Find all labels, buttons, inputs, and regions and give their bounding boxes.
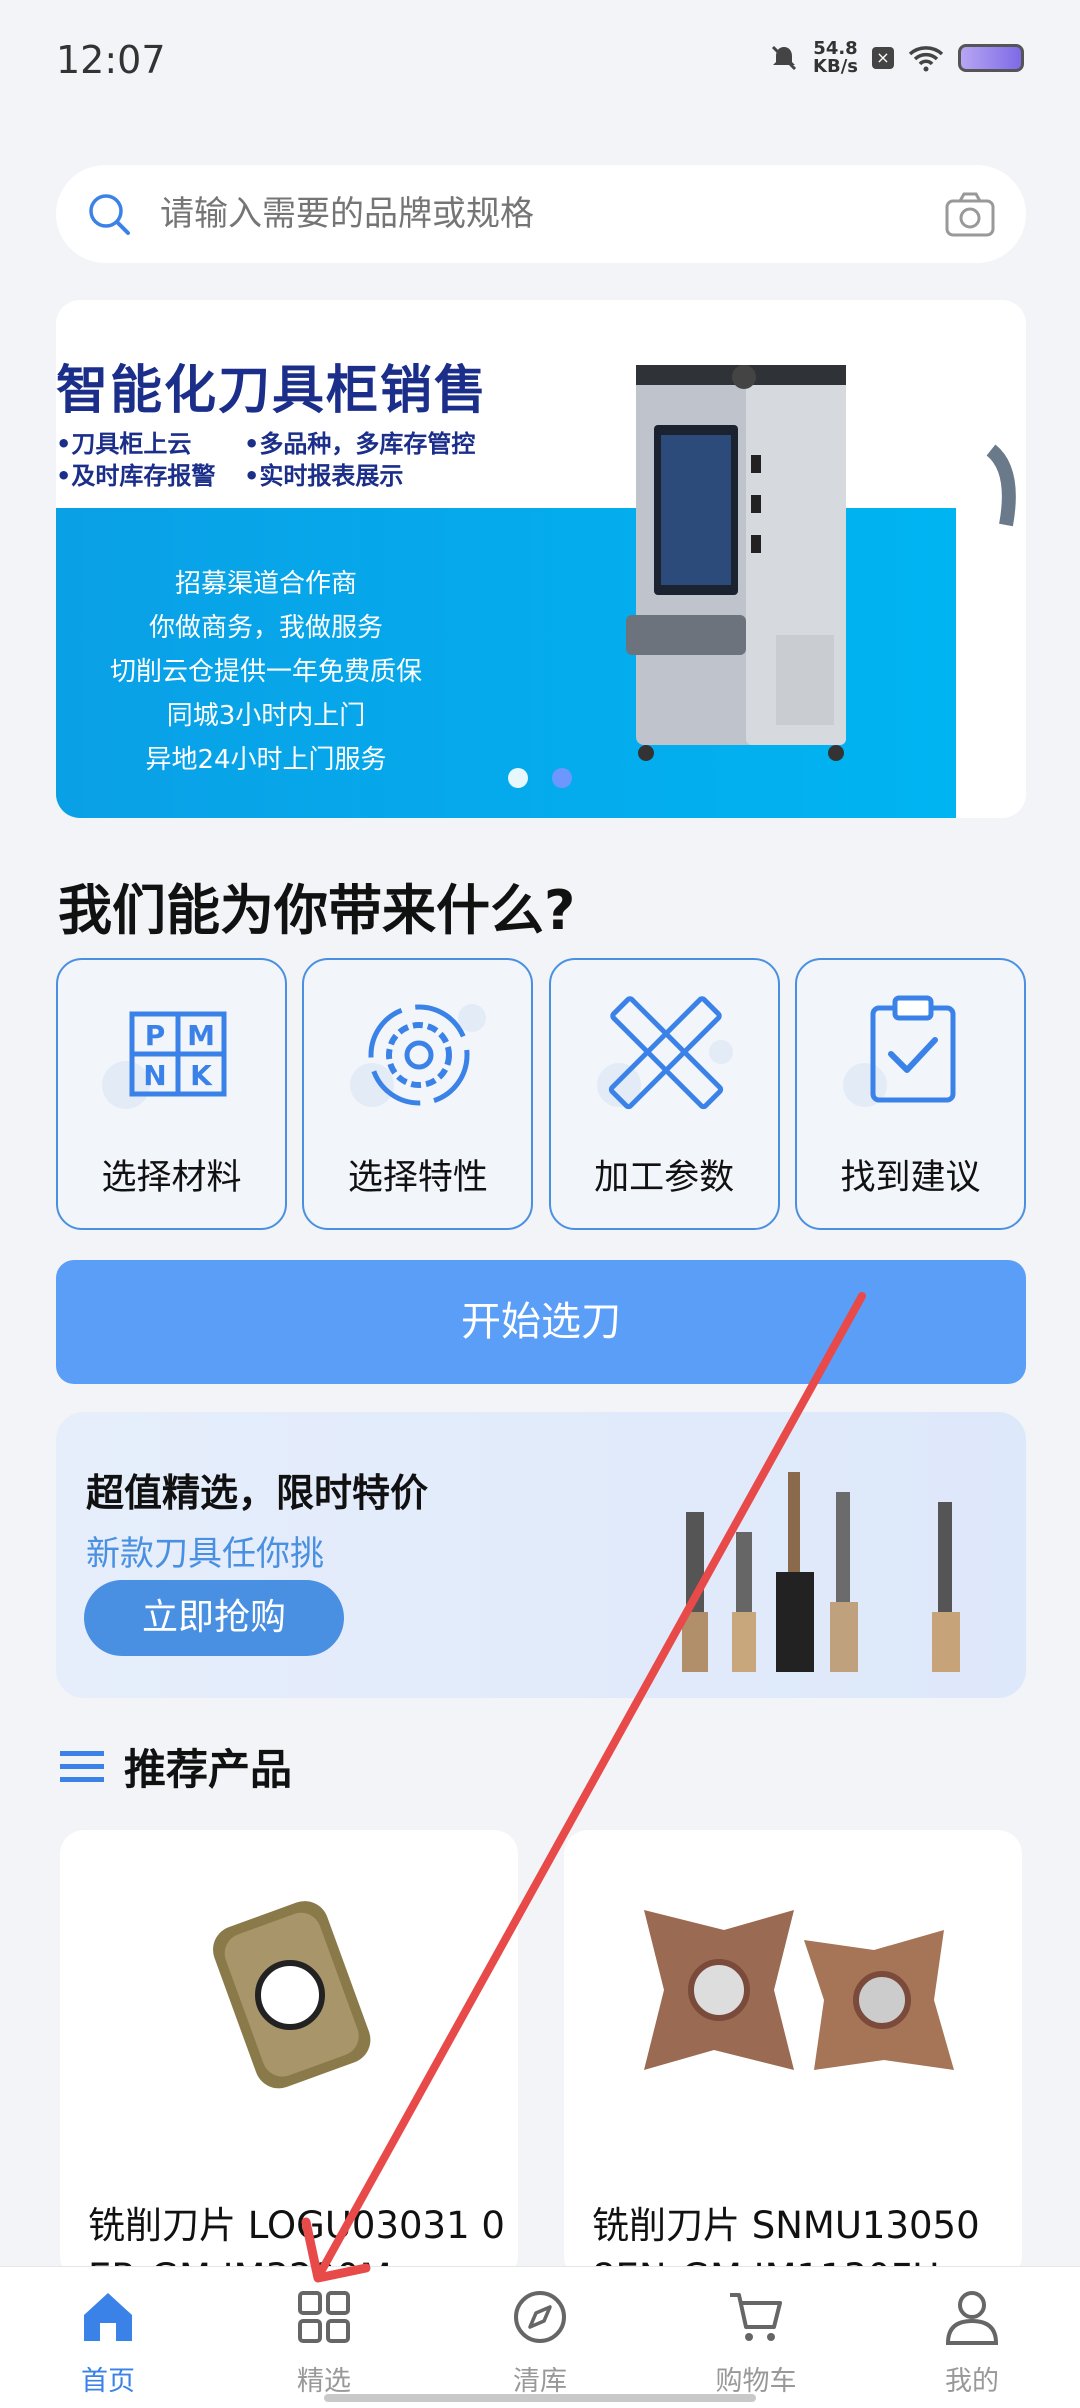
grid-letter: N <box>143 1059 166 1092</box>
buy-now-button[interactable]: 立即抢购 <box>84 1580 344 1656</box>
feature-card-material[interactable]: P M N K 选择材料 <box>56 958 287 1230</box>
banner-title: 智能化刀具柜销售 <box>56 361 489 421</box>
tab-home[interactable]: 首页 <box>0 2267 216 2408</box>
banner-feature: •实时报表展示 <box>244 462 404 490</box>
grid-letter: K <box>190 1059 213 1092</box>
tab-featured[interactable]: 精选 <box>216 2267 432 2408</box>
product-card[interactable]: 铣削刀片 LOGU03031 0ER-GM JM3220M <box>60 1830 518 2280</box>
tab-cart[interactable]: 购物车 <box>648 2267 864 2408</box>
feature-cards: P M N K 选择材料 选择特性 加工参数 找到建议 <box>56 958 1026 1230</box>
battery-icon <box>958 44 1024 72</box>
ruler-pencil-icon <box>596 996 733 1110</box>
carousel-dot <box>552 768 572 788</box>
tab-label: 我的 <box>945 2366 999 2397</box>
feature-label: 找到建议 <box>840 1158 981 1198</box>
grid-letter: M <box>187 1019 215 1052</box>
search-bar[interactable] <box>56 165 1026 263</box>
feature-label: 选择材料 <box>101 1158 242 1198</box>
tab-label: 精选 <box>297 2366 351 2397</box>
compass-icon <box>514 2291 566 2343</box>
clock: 12:07 <box>56 38 166 82</box>
network-speed: 54.8 KB/s <box>813 40 858 76</box>
tab-label: 首页 <box>81 2366 135 2397</box>
banner-feature: •及时库存报警 <box>56 462 216 490</box>
sim-icon: × <box>872 47 894 69</box>
search-icon <box>89 194 130 235</box>
carousel-indicator <box>508 768 572 788</box>
recommend-title: 推荐产品 <box>124 1745 293 1794</box>
feature-card-property[interactable]: 选择特性 <box>302 958 534 1230</box>
promo-line: 切削云仓提供一年免费质保 <box>109 657 422 687</box>
feature-label: 加工参数 <box>594 1158 735 1198</box>
pmnk-grid-icon: P M N K <box>102 1011 227 1109</box>
grid-letter: P <box>145 1019 166 1052</box>
home-indicator <box>324 2394 756 2402</box>
feature-card-params[interactable]: 加工参数 <box>548 958 780 1230</box>
promo-line: 异地24小时上门服务 <box>145 745 387 775</box>
feature-card-advice[interactable]: 找到建议 <box>794 958 1026 1230</box>
tab-clearance[interactable]: 清库 <box>432 2267 648 2408</box>
product-list: 铣削刀片 LOGU03031 0ER-GM JM3220M 铣削刀片 SNMU1… <box>60 1830 1022 2280</box>
speed-unit: KB/s <box>813 56 858 77</box>
deal-banner[interactable]: 超值精选，限时特价 新款刀具任你挑 立即抢购 <box>56 1412 1026 1698</box>
recommend-header: 推荐产品 <box>60 1736 292 1797</box>
carousel-dot <box>508 768 528 788</box>
status-icons: 54.8 KB/s × <box>769 40 1024 76</box>
user-icon <box>945 2291 999 2345</box>
product-image <box>644 1910 954 2070</box>
deal-title: 超值精选，限时特价 <box>86 1471 429 1515</box>
product-image <box>213 1901 371 2089</box>
tab-label: 清库 <box>513 2366 567 2397</box>
status-bar: 12:07 54.8 KB/s × <box>0 0 1080 130</box>
gear-icon <box>350 1004 487 1107</box>
mute-bell-icon <box>771 45 797 71</box>
banner-feature: •多品种，多库存管控 <box>244 430 476 458</box>
wifi-icon <box>908 46 944 72</box>
bottom-tab-bar: 首页 精选 清库 购物车 我的 <box>0 2266 1080 2408</box>
promo-line: 招募渠道合作商 <box>174 569 357 599</box>
tab-mine[interactable]: 我的 <box>864 2267 1080 2408</box>
camera-icon[interactable] <box>944 189 996 239</box>
promo-banner[interactable]: 智能化刀具柜销售 •刀具柜上云 •多品种，多库存管控 •及时库存报警 •实时报表… <box>56 300 1026 818</box>
promo-line: 你做商务，我做服务 <box>148 613 383 643</box>
product-card[interactable]: 铣削刀片 SNMU13050 8EN-GM JM1130FH <box>564 1830 1022 2280</box>
banner-promo-text: 招募渠道合作商 你做商务，我做服务 切削云仓提供一年免费质保 同城3小时内上门 … <box>86 562 446 782</box>
tab-label: 购物车 <box>715 2366 797 2397</box>
drill-bit-image <box>986 444 1016 527</box>
section-title: 我们能为你带来什么? <box>58 879 576 942</box>
grid-icon <box>298 2291 350 2343</box>
deal-subtitle: 新款刀具任你挑 <box>86 1534 324 1574</box>
search-input[interactable] <box>160 187 940 241</box>
feature-label: 选择特性 <box>347 1158 488 1198</box>
clipboard-check-icon <box>842 995 956 1107</box>
home-icon <box>84 2293 132 2341</box>
promo-line: 同城3小时内上门 <box>166 701 366 731</box>
start-selection-button[interactable]: 开始选刀 <box>56 1260 1026 1384</box>
tool-cabinet-image <box>626 365 846 761</box>
banner-feature: •刀具柜上云 <box>56 430 192 458</box>
list-icon <box>60 1750 104 1782</box>
tools-image <box>682 1472 960 1672</box>
cart-icon <box>730 2293 782 2341</box>
